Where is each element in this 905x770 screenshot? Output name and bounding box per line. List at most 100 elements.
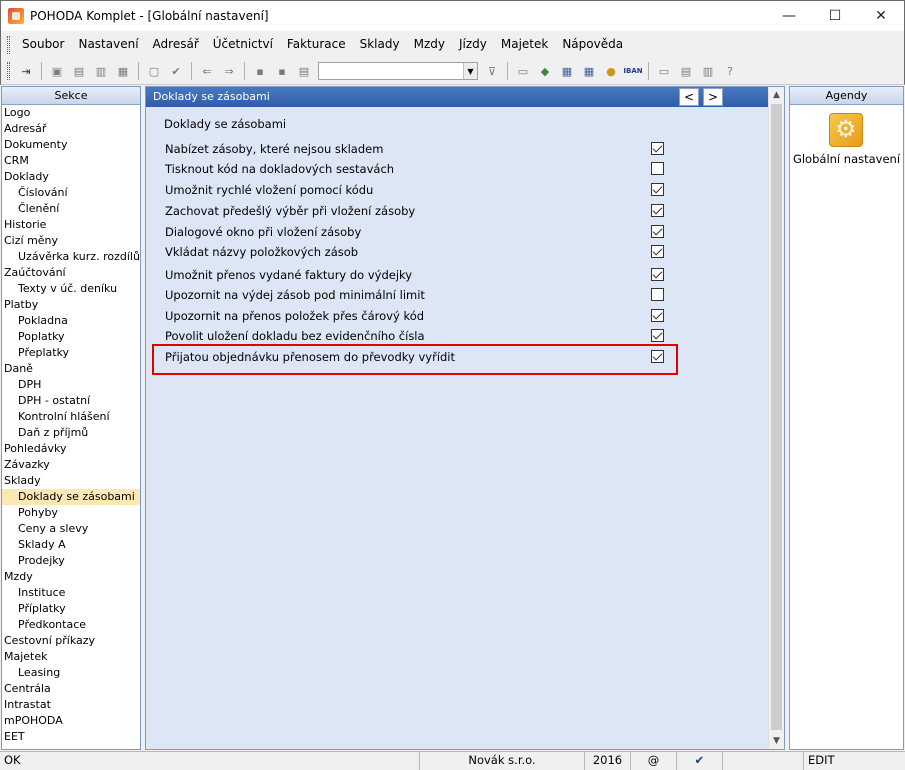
maximize-button[interactable]: ☐ <box>812 1 858 31</box>
save-all-icon[interactable]: ▪ <box>273 63 291 79</box>
section-item[interactable]: Doklady <box>2 169 140 185</box>
folder-icon[interactable]: ▭ <box>514 63 532 79</box>
section-item[interactable]: Kontrolní hlášení <box>2 409 140 425</box>
option-checkbox[interactable] <box>651 225 664 238</box>
option-row[interactable]: Vkládat názvy položkových zásob <box>165 243 665 261</box>
back-icon[interactable]: ⇐ <box>198 63 216 79</box>
section-item[interactable]: Pohyby <box>2 505 140 521</box>
help-icon[interactable]: ? <box>721 63 739 79</box>
section-item[interactable]: Centrála <box>2 681 140 697</box>
menu-fakturace[interactable]: Fakturace <box>280 31 353 58</box>
card-icon[interactable]: ▥ <box>699 63 717 79</box>
preview-icon[interactable]: ▥ <box>92 63 110 79</box>
close-button[interactable]: ✕ <box>858 1 904 31</box>
section-item[interactable]: CRM <box>2 153 140 169</box>
copy-icon[interactable]: ▣ <box>48 63 66 79</box>
section-item[interactable]: Číslování <box>2 185 140 201</box>
exit-icon[interactable]: ⇥ <box>17 63 35 79</box>
section-item[interactable]: Adresář <box>2 121 140 137</box>
calculator-icon[interactable]: ▦ <box>558 63 576 79</box>
menu-mzdy[interactable]: Mzdy <box>407 31 452 58</box>
menu-jizdy[interactable]: Jízdy <box>452 31 494 58</box>
option-row[interactable]: Tisknout kód na dokladových sestavách <box>165 160 665 178</box>
menu-ucetnictvi[interactable]: Účetnictví <box>206 31 280 58</box>
section-item[interactable]: Příplatky <box>2 601 140 617</box>
option-row[interactable]: Zachovat předešlý výběr při vložení záso… <box>165 202 665 220</box>
menu-majetek[interactable]: Majetek <box>494 31 555 58</box>
section-item[interactable]: Daně <box>2 361 140 377</box>
option-checkbox[interactable] <box>651 162 664 175</box>
forward-icon[interactable]: ⇒ <box>220 63 238 79</box>
search-combo[interactable]: ▼ <box>318 62 478 80</box>
section-item[interactable]: Ceny a slevy <box>2 521 140 537</box>
next-section-button[interactable]: > <box>703 88 723 106</box>
section-item[interactable]: Intrastat <box>2 697 140 713</box>
agenda-item-label[interactable]: Globální nastavení <box>790 152 903 166</box>
coins-icon[interactable]: ● <box>602 63 620 79</box>
option-row[interactable]: Umožnit rychlé vložení pomocí kódu <box>165 181 665 199</box>
message-icon[interactable]: ▭ <box>655 63 673 79</box>
section-item[interactable]: Daň z příjmů <box>2 425 140 441</box>
menu-nastaveni[interactable]: Nastavení <box>71 31 145 58</box>
section-item[interactable]: Pohledávky <box>2 441 140 457</box>
option-row[interactable]: Povolit uložení dokladu bez evidenčního … <box>165 327 665 345</box>
prev-section-button[interactable]: < <box>679 88 699 106</box>
filter-icon[interactable]: ⊽ <box>483 63 501 79</box>
section-item[interactable]: Cestovní příkazy <box>2 633 140 649</box>
section-item[interactable]: Členění <box>2 201 140 217</box>
menu-soubor[interactable]: Soubor <box>15 31 71 58</box>
toolbar-grip[interactable] <box>7 62 10 80</box>
option-checkbox[interactable] <box>651 204 664 217</box>
option-checkbox[interactable] <box>651 288 664 301</box>
section-item[interactable]: Přeplatky <box>2 345 140 361</box>
option-checkbox[interactable] <box>651 142 664 155</box>
option-row[interactable]: Upozornit na výdej zásob pod minimální l… <box>165 286 665 304</box>
export-icon[interactable]: ▦ <box>114 63 132 79</box>
section-item[interactable]: Instituce <box>2 585 140 601</box>
section-item[interactable]: Předkontace <box>2 617 140 633</box>
section-item[interactable]: Leasing <box>2 665 140 681</box>
option-checkbox[interactable] <box>651 329 664 342</box>
option-checkbox[interactable] <box>651 245 664 258</box>
section-item[interactable]: Mzdy <box>2 569 140 585</box>
minimize-button[interactable]: — <box>766 1 812 31</box>
section-item[interactable]: Zaúčtování <box>2 265 140 281</box>
option-row[interactable]: Nabízet zásoby, které nejsou skladem <box>165 140 665 158</box>
section-item[interactable]: Cizí měny <box>2 233 140 249</box>
section-item[interactable]: Historie <box>2 217 140 233</box>
section-item[interactable]: EET <box>2 729 140 745</box>
vertical-scrollbar[interactable]: ▲ ▼ <box>768 87 784 749</box>
section-item[interactable]: Uzávěrka kurz. rozdílů <box>2 249 140 265</box>
menu-sklady[interactable]: Sklady <box>353 31 407 58</box>
save-icon[interactable]: ▪ <box>251 63 269 79</box>
scroll-down-icon[interactable]: ▼ <box>769 733 784 749</box>
section-item[interactable]: Závazky <box>2 457 140 473</box>
menu-napoveda[interactable]: Nápověda <box>555 31 630 58</box>
option-row[interactable]: Dialogové okno při vložení zásoby <box>165 223 665 241</box>
option-row[interactable]: Umožnit přenos vydané faktury do výdejky <box>165 266 665 284</box>
section-item[interactable]: mPOHODA <box>2 713 140 729</box>
menu-adresar[interactable]: Adresář <box>146 31 206 58</box>
scroll-up-icon[interactable]: ▲ <box>769 87 784 103</box>
list-icon[interactable]: ▤ <box>677 63 695 79</box>
chevron-down-icon[interactable]: ▼ <box>463 63 477 79</box>
print-icon[interactable]: ▤ <box>70 63 88 79</box>
section-item[interactable]: Logo <box>2 105 140 121</box>
option-checkbox[interactable] <box>651 309 664 322</box>
section-item[interactable]: Doklady se zásobami <box>2 489 140 505</box>
money-icon[interactable]: ◆ <box>536 63 554 79</box>
menu-grip[interactable] <box>7 35 10 54</box>
section-item[interactable]: Prodejky <box>2 553 140 569</box>
option-row[interactable]: Upozornit na přenos položek přes čárový … <box>165 307 665 325</box>
section-item[interactable]: Sklady A <box>2 537 140 553</box>
section-item[interactable]: Texty v úč. deníku <box>2 281 140 297</box>
global-settings-icon[interactable] <box>829 113 863 147</box>
section-item[interactable]: Sklady <box>2 473 140 489</box>
section-item[interactable]: DPH <box>2 377 140 393</box>
scroll-thumb[interactable] <box>771 104 782 730</box>
section-item[interactable]: DPH - ostatní <box>2 393 140 409</box>
new-icon[interactable]: ▢ <box>145 63 163 79</box>
iban-icon[interactable]: IBAN <box>623 63 642 79</box>
section-item[interactable]: Dokumenty <box>2 137 140 153</box>
option-checkbox[interactable] <box>651 268 664 281</box>
